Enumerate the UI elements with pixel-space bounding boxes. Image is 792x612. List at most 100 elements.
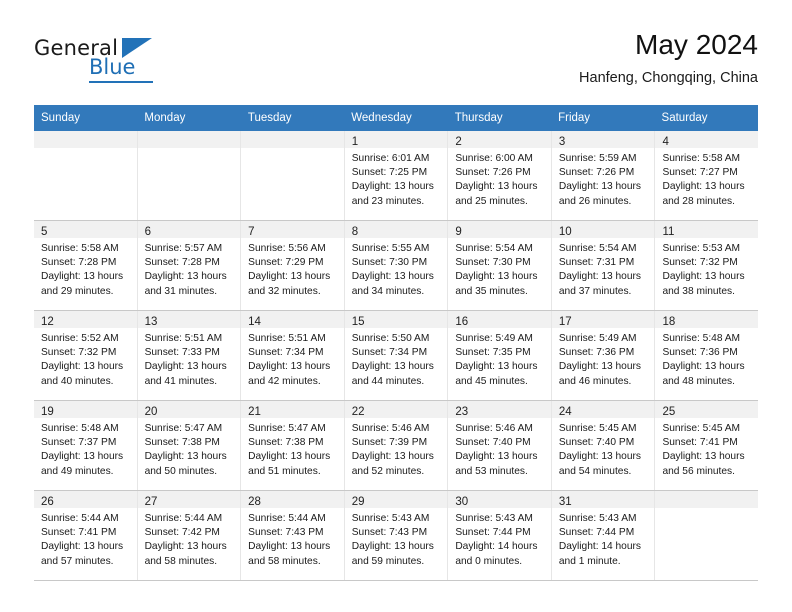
- day-number-bar: 5: [34, 221, 137, 238]
- calendar-day-cell[interactable]: 16 Sunrise: 5:49 AM Sunset: 7:35 PM Dayligh…: [448, 311, 552, 400]
- calendar-day-cell[interactable]: 2 Sunrise: 6:00 AM Sunset: 7:26 PM Daylight…: [448, 131, 552, 220]
- day-number: 8: [351, 226, 359, 238]
- calendar-day-cell[interactable]: 23 Sunrise: 5:46 AM Sunset: 7:40 PM Dayligh…: [448, 401, 552, 490]
- day-number-bar: 26: [34, 491, 137, 508]
- day-details: Sunrise: 5:45 AM Sunset: 7:40 PM Daylight:…: [552, 418, 655, 479]
- calendar-day-cell[interactable]: 25 Sunrise: 5:45 AM Sunset: 7:41 PM Dayligh…: [655, 401, 759, 490]
- day-number: 19: [41, 406, 54, 418]
- sunrise-text: Sunrise: 5:53 AM: [662, 243, 741, 254]
- day-number-bar: 2: [448, 131, 551, 148]
- day-number-bar: 31: [551, 491, 655, 508]
- daylight-text-line1: Daylight: 13 hours: [248, 361, 331, 373]
- sunset-text: Sunset: 7:25 PM: [351, 167, 428, 179]
- daylight-text-line2: and 50 minutes.: [144, 465, 218, 477]
- sunset-text: Sunset: 7:32 PM: [662, 257, 738, 269]
- calendar-day-cell[interactable]: 7 Sunrise: 5:56 AM Sunset: 7:29 PM Daylight…: [241, 221, 345, 310]
- calendar-day-cell[interactable]: 8 Sunrise: 5:55 AM Sunset: 7:30 PM Daylight…: [344, 221, 449, 310]
- general-blue-logo: General Blue: [34, 36, 194, 88]
- calendar-day-cell[interactable]: 5 Sunrise: 5:58 AM Sunset: 7:28 PM Daylight…: [34, 221, 138, 310]
- day-details: Sunrise: 5:46 AM Sunset: 7:40 PM Daylight:…: [448, 418, 551, 479]
- daylight-text-line2: and 31 minutes.: [144, 285, 218, 297]
- sunset-text: Sunset: 7:38 PM: [144, 437, 220, 449]
- page-subtitle: Hanfeng, Chongqing, China: [579, 70, 758, 86]
- daylight-text-line1: Daylight: 13 hours: [351, 181, 434, 193]
- logo-text-blue: Blue: [89, 55, 136, 79]
- day-details: Sunrise: 5:43 AM Sunset: 7:44 PM Daylight:…: [448, 508, 551, 569]
- sunset-text: Sunset: 7:40 PM: [455, 437, 531, 449]
- daylight-text-line1: Daylight: 13 hours: [662, 181, 745, 193]
- sunset-text: Sunset: 7:28 PM: [144, 257, 220, 269]
- calendar-day-cell[interactable]: 9 Sunrise: 5:54 AM Sunset: 7:30 PM Daylight…: [448, 221, 552, 310]
- calendar-day-cell[interactable]: 31 Sunrise: 5:43 AM Sunset: 7:44 PM Dayligh…: [551, 491, 656, 580]
- calendar-day-cell[interactable]: 24 Sunrise: 5:45 AM Sunset: 7:40 PM Dayligh…: [551, 401, 656, 490]
- day-number: 29: [351, 496, 365, 508]
- daylight-text-line1: Daylight: 13 hours: [558, 271, 642, 283]
- daylight-text-line2: and 26 minutes.: [558, 195, 632, 207]
- calendar-day-cell[interactable]: 10 Sunrise: 5:54 AM Sunset: 7:31 PM Dayligh…: [551, 221, 656, 310]
- day-number-bar: 10: [551, 221, 655, 238]
- weekday-header-thursday: Thursday: [454, 112, 503, 124]
- day-number: 28: [248, 496, 261, 508]
- day-number-bar: 25: [655, 401, 759, 418]
- calendar-day-cell[interactable]: 30 Sunrise: 5:43 AM Sunset: 7:44 PM Dayligh…: [448, 491, 552, 580]
- day-number: 25: [662, 406, 676, 418]
- day-details: Sunrise: 5:58 AM Sunset: 7:27 PM Daylight:…: [655, 148, 758, 209]
- calendar-day-cell[interactable]: 13 Sunrise: 5:51 AM Sunset: 7:33 PM Dayligh…: [137, 311, 242, 400]
- daylight-text-line1: Daylight: 13 hours: [351, 451, 434, 463]
- calendar-day-cell[interactable]: 28 Sunrise: 5:44 AM Sunset: 7:43 PM Dayligh…: [241, 491, 345, 580]
- calendar-day-cell[interactable]: 20 Sunrise: 5:47 AM Sunset: 7:38 PM Dayligh…: [137, 401, 242, 490]
- calendar-day-cell[interactable]: 22 Sunrise: 5:46 AM Sunset: 7:39 PM Dayligh…: [344, 401, 449, 490]
- calendar-day-cell[interactable]: 11 Sunrise: 5:53 AM Sunset: 7:32 PM Dayligh…: [655, 221, 759, 310]
- day-number-bar: [241, 131, 344, 148]
- sunset-text: Sunset: 7:32 PM: [41, 347, 117, 359]
- sunset-text: Sunset: 7:30 PM: [455, 257, 531, 269]
- calendar-day-cell[interactable]: 18 Sunrise: 5:48 AM Sunset: 7:36 PM Dayligh…: [655, 311, 759, 400]
- day-details: Sunrise: 5:44 AM Sunset: 7:43 PM Daylight:…: [241, 508, 344, 569]
- calendar-day-cell[interactable]: 14 Sunrise: 5:51 AM Sunset: 7:34 PM Dayligh…: [241, 311, 345, 400]
- calendar-day-cell[interactable]: 17 Sunrise: 5:49 AM Sunset: 7:36 PM Dayligh…: [551, 311, 656, 400]
- daylight-text-line1: Daylight: 13 hours: [455, 361, 538, 373]
- day-details: Sunrise: 5:58 AM Sunset: 7:28 PM Daylight:…: [34, 238, 137, 299]
- sunrise-text: Sunrise: 5:48 AM: [662, 333, 741, 344]
- calendar-day-cell[interactable]: 6 Sunrise: 5:57 AM Sunset: 7:28 PM Daylight…: [137, 221, 242, 310]
- day-number: 14: [248, 316, 261, 328]
- day-details: Sunrise: 5:44 AM Sunset: 7:42 PM Daylight:…: [138, 508, 241, 569]
- calendar-day-cell[interactable]: 3 Sunrise: 5:59 AM Sunset: 7:26 PM Daylight…: [551, 131, 656, 220]
- day-number-bar: 3: [551, 131, 655, 148]
- title-block: May 2024 Hanfeng, Chongqing, China: [579, 28, 758, 88]
- calendar-day-cell[interactable]: 15 Sunrise: 5:50 AM Sunset: 7:34 PM Dayligh…: [344, 311, 449, 400]
- sunrise-text: Sunrise: 5:48 AM: [41, 423, 119, 434]
- sunrise-text: Sunrise: 5:43 AM: [351, 513, 430, 524]
- day-details: Sunrise: 5:55 AM Sunset: 7:30 PM Daylight:…: [345, 238, 448, 299]
- calendar-day-cell[interactable]: 21 Sunrise: 5:47 AM Sunset: 7:38 PM Dayligh…: [241, 401, 345, 490]
- calendar-day-cell[interactable]: 26 Sunrise: 5:44 AM Sunset: 7:41 PM Dayligh…: [34, 491, 138, 580]
- day-number-bar: 15: [344, 311, 448, 328]
- calendar-day-cell[interactable]: 29 Sunrise: 5:43 AM Sunset: 7:43 PM Dayligh…: [344, 491, 449, 580]
- calendar-day-cell[interactable]: 1 Sunrise: 6:01 AM Sunset: 7:25 PM Daylight…: [344, 131, 449, 220]
- weekday-header-tuesday: Tuesday: [247, 112, 292, 124]
- sunset-text: Sunset: 7:35 PM: [455, 347, 531, 359]
- day-number: 23: [455, 406, 469, 418]
- day-number-bar: [655, 491, 759, 508]
- daylight-text-line1: Daylight: 13 hours: [41, 451, 124, 463]
- daylight-text-line2: and 0 minutes.: [455, 555, 523, 567]
- sunrise-text: Sunrise: 5:59 AM: [558, 153, 637, 164]
- sunset-text: Sunset: 7:30 PM: [351, 257, 428, 269]
- daylight-text-line2: and 58 minutes.: [144, 555, 218, 567]
- day-number-bar: 8: [344, 221, 448, 238]
- calendar-day-cell[interactable]: 19 Sunrise: 5:48 AM Sunset: 7:37 PM Dayligh…: [34, 401, 138, 490]
- calendar-day-cell[interactable]: 4 Sunrise: 5:58 AM Sunset: 7:27 PM Daylight…: [655, 131, 759, 220]
- day-number-bar: 21: [241, 401, 344, 418]
- calendar-day-cell[interactable]: 27 Sunrise: 5:44 AM Sunset: 7:42 PM Dayligh…: [137, 491, 242, 580]
- day-number: 22: [351, 406, 365, 418]
- day-number: 15: [351, 316, 365, 328]
- sunset-text: Sunset: 7:27 PM: [662, 167, 738, 179]
- day-number: 4: [662, 136, 669, 148]
- day-number-bar: 11: [655, 221, 759, 238]
- calendar-day-cell[interactable]: 12 Sunrise: 5:52 AM Sunset: 7:32 PM Dayligh…: [34, 311, 138, 400]
- day-number: 13: [144, 316, 158, 328]
- day-number-bar: 27: [137, 491, 241, 508]
- sunset-text: Sunset: 7:34 PM: [248, 347, 324, 359]
- daylight-text-line1: Daylight: 13 hours: [351, 541, 434, 553]
- daylight-text-line1: Daylight: 13 hours: [662, 361, 745, 373]
